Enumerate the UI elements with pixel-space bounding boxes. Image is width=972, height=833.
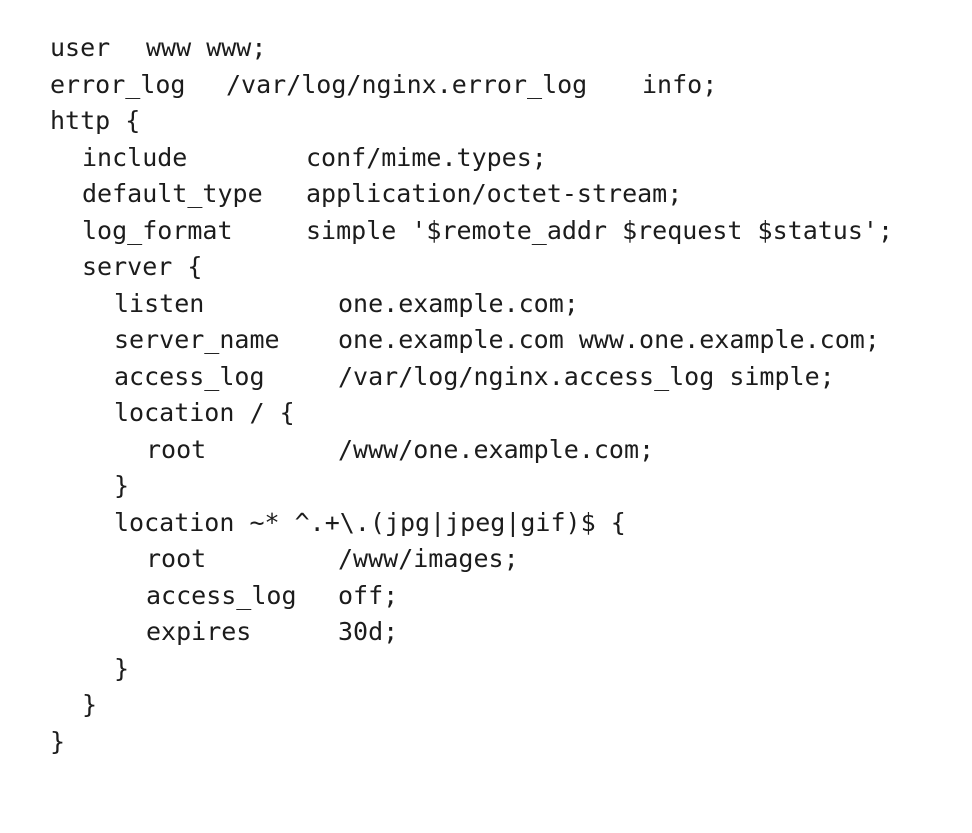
directive-user-value: www www;	[146, 33, 267, 62]
directive-expires-value: 30d;	[338, 617, 399, 646]
http-block-open: http {	[50, 106, 141, 135]
directive-access-log-images: access_log	[146, 580, 297, 610]
directive-include: include	[82, 142, 188, 172]
code-line-http-open: http {	[0, 103, 972, 140]
directive-error-log-level: info;	[642, 69, 718, 99]
code-line-location-root-close: }	[0, 468, 972, 505]
directive-log-format: log_format	[82, 215, 233, 245]
directive-access-log-images-value: off;	[338, 580, 399, 610]
code-line-user: user www www;	[0, 30, 972, 67]
directive-error-log-path: /var/log/nginx.error_log	[226, 69, 588, 99]
directive-user: user	[50, 33, 111, 62]
code-line-root-2: root /www/images;	[0, 541, 972, 578]
directive-include-value: conf/mime.types;	[306, 142, 547, 172]
directive-access-log-value: /var/log/nginx.access_log simple;	[338, 361, 835, 391]
code-line-location-root-open: location / {	[0, 395, 972, 432]
location-images-block-open: location ~* ^.+\.(jpg|jpeg|gif)$ {	[114, 507, 626, 537]
directive-root: root	[146, 434, 207, 464]
code-line-server-open: server {	[0, 249, 972, 286]
code-line-access-log-off: access_log off;	[0, 578, 972, 615]
directive-server-name: server_name	[114, 325, 280, 354]
directive-error-log: error_log	[50, 69, 186, 99]
code-line-include: include conf/mime.types;	[0, 140, 972, 177]
code-line-location-images-open: location ~* ^.+\.(jpg|jpeg|gif)$ {	[0, 505, 972, 542]
directive-access-log: access_log	[114, 361, 265, 391]
code-line-root-1: root /www/one.example.com;	[0, 432, 972, 469]
directive-listen: listen	[114, 288, 205, 318]
location-root-block-open: location / {	[114, 398, 295, 427]
server-block-close: }	[82, 690, 98, 719]
directive-expires: expires	[146, 617, 252, 646]
directive-default-type: default_type	[82, 179, 263, 208]
directive-root-images-value: /www/images;	[338, 544, 519, 573]
code-line-expires: expires 30d;	[0, 614, 972, 651]
code-line-server-close: }	[0, 687, 972, 724]
code-line-default-type: default_type application/octet-stream;	[0, 176, 972, 213]
directive-listen-value: one.example.com;	[338, 288, 579, 318]
location-root-block-close: }	[114, 471, 130, 500]
directive-root-value: /www/one.example.com;	[338, 434, 655, 464]
code-line-listen: listen one.example.com;	[0, 286, 972, 323]
directive-server-name-value: one.example.com www.one.example.com;	[338, 325, 880, 354]
directive-root-images: root	[146, 544, 207, 573]
code-line-access-log: access_log /var/log/nginx.access_log sim…	[0, 359, 972, 396]
code-line-server-name: server_name one.example.com www.one.exam…	[0, 322, 972, 359]
directive-default-type-value: application/octet-stream;	[306, 179, 683, 208]
location-images-block-close: }	[114, 653, 130, 683]
http-block-close: }	[50, 726, 66, 756]
code-line-location-images-close: }	[0, 651, 972, 688]
code-line-log-format: log_format simple '$remote_addr $request…	[0, 213, 972, 250]
code-line-http-close: }	[0, 724, 972, 761]
nginx-config-code-block: user www www; error_log /var/log/nginx.e…	[0, 30, 972, 760]
directive-log-format-value: simple '$remote_addr $request $status';	[306, 215, 893, 245]
server-block-open: server {	[82, 252, 203, 281]
code-line-error-log: error_log /var/log/nginx.error_log info;	[0, 67, 972, 104]
